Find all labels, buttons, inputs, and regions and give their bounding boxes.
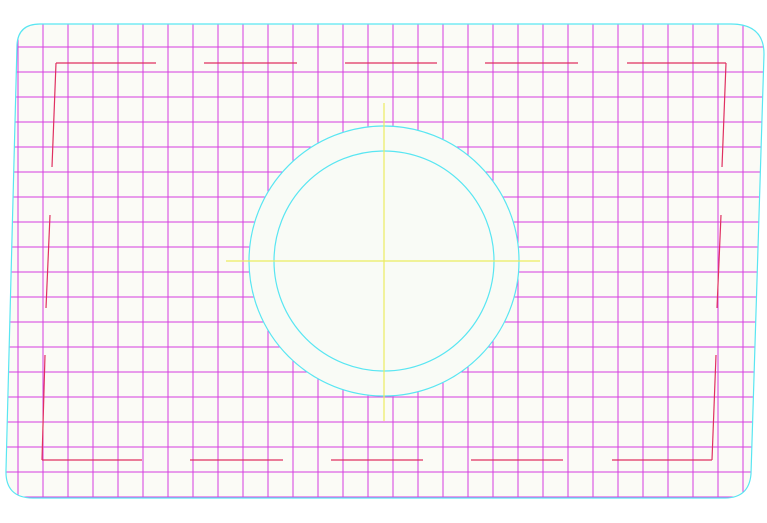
diagram-canvas xyxy=(0,0,767,523)
cad-drawing xyxy=(5,23,765,499)
